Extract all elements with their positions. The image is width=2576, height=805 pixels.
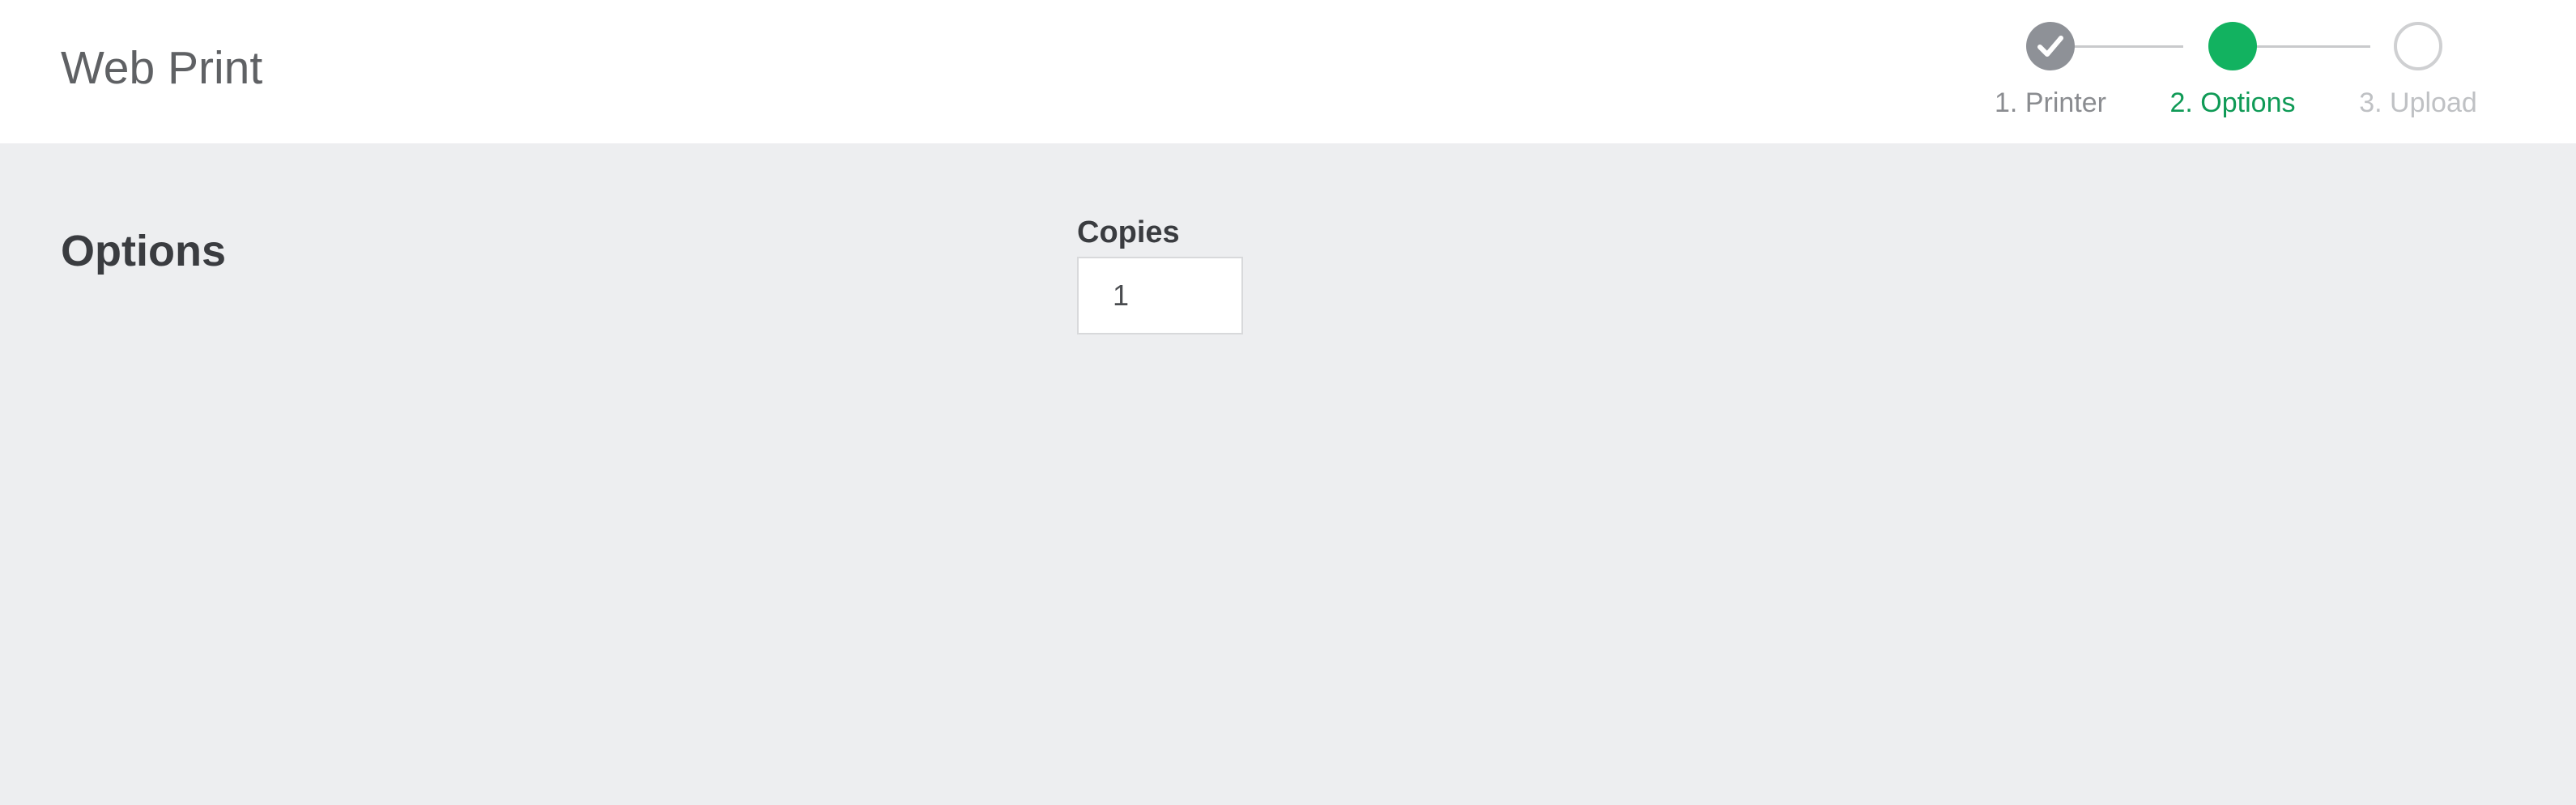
step-options-label[interactable]: 2. Options — [2170, 85, 2296, 121]
step-printer-indicator[interactable] — [2026, 22, 2075, 70]
step-upload-indicator — [2394, 22, 2442, 70]
copies-label: Copies — [1077, 215, 1180, 249]
step-options-indicator[interactable] — [2208, 22, 2257, 70]
step-printer-label[interactable]: 1. Printer — [1995, 85, 2106, 121]
page-title: Options — [61, 227, 226, 275]
header-bar: Web Print 1. Printer 2. Options 3. Uploa… — [0, 0, 2576, 143]
copies-input[interactable] — [1077, 257, 1243, 334]
progress-stepper: 1. Printer 2. Options 3. Upload — [1976, 22, 2494, 127]
app-title: Web Print — [61, 42, 263, 94]
step-upload-label: 3. Upload — [2359, 87, 2477, 118]
checkmark-icon — [2037, 36, 2063, 57]
